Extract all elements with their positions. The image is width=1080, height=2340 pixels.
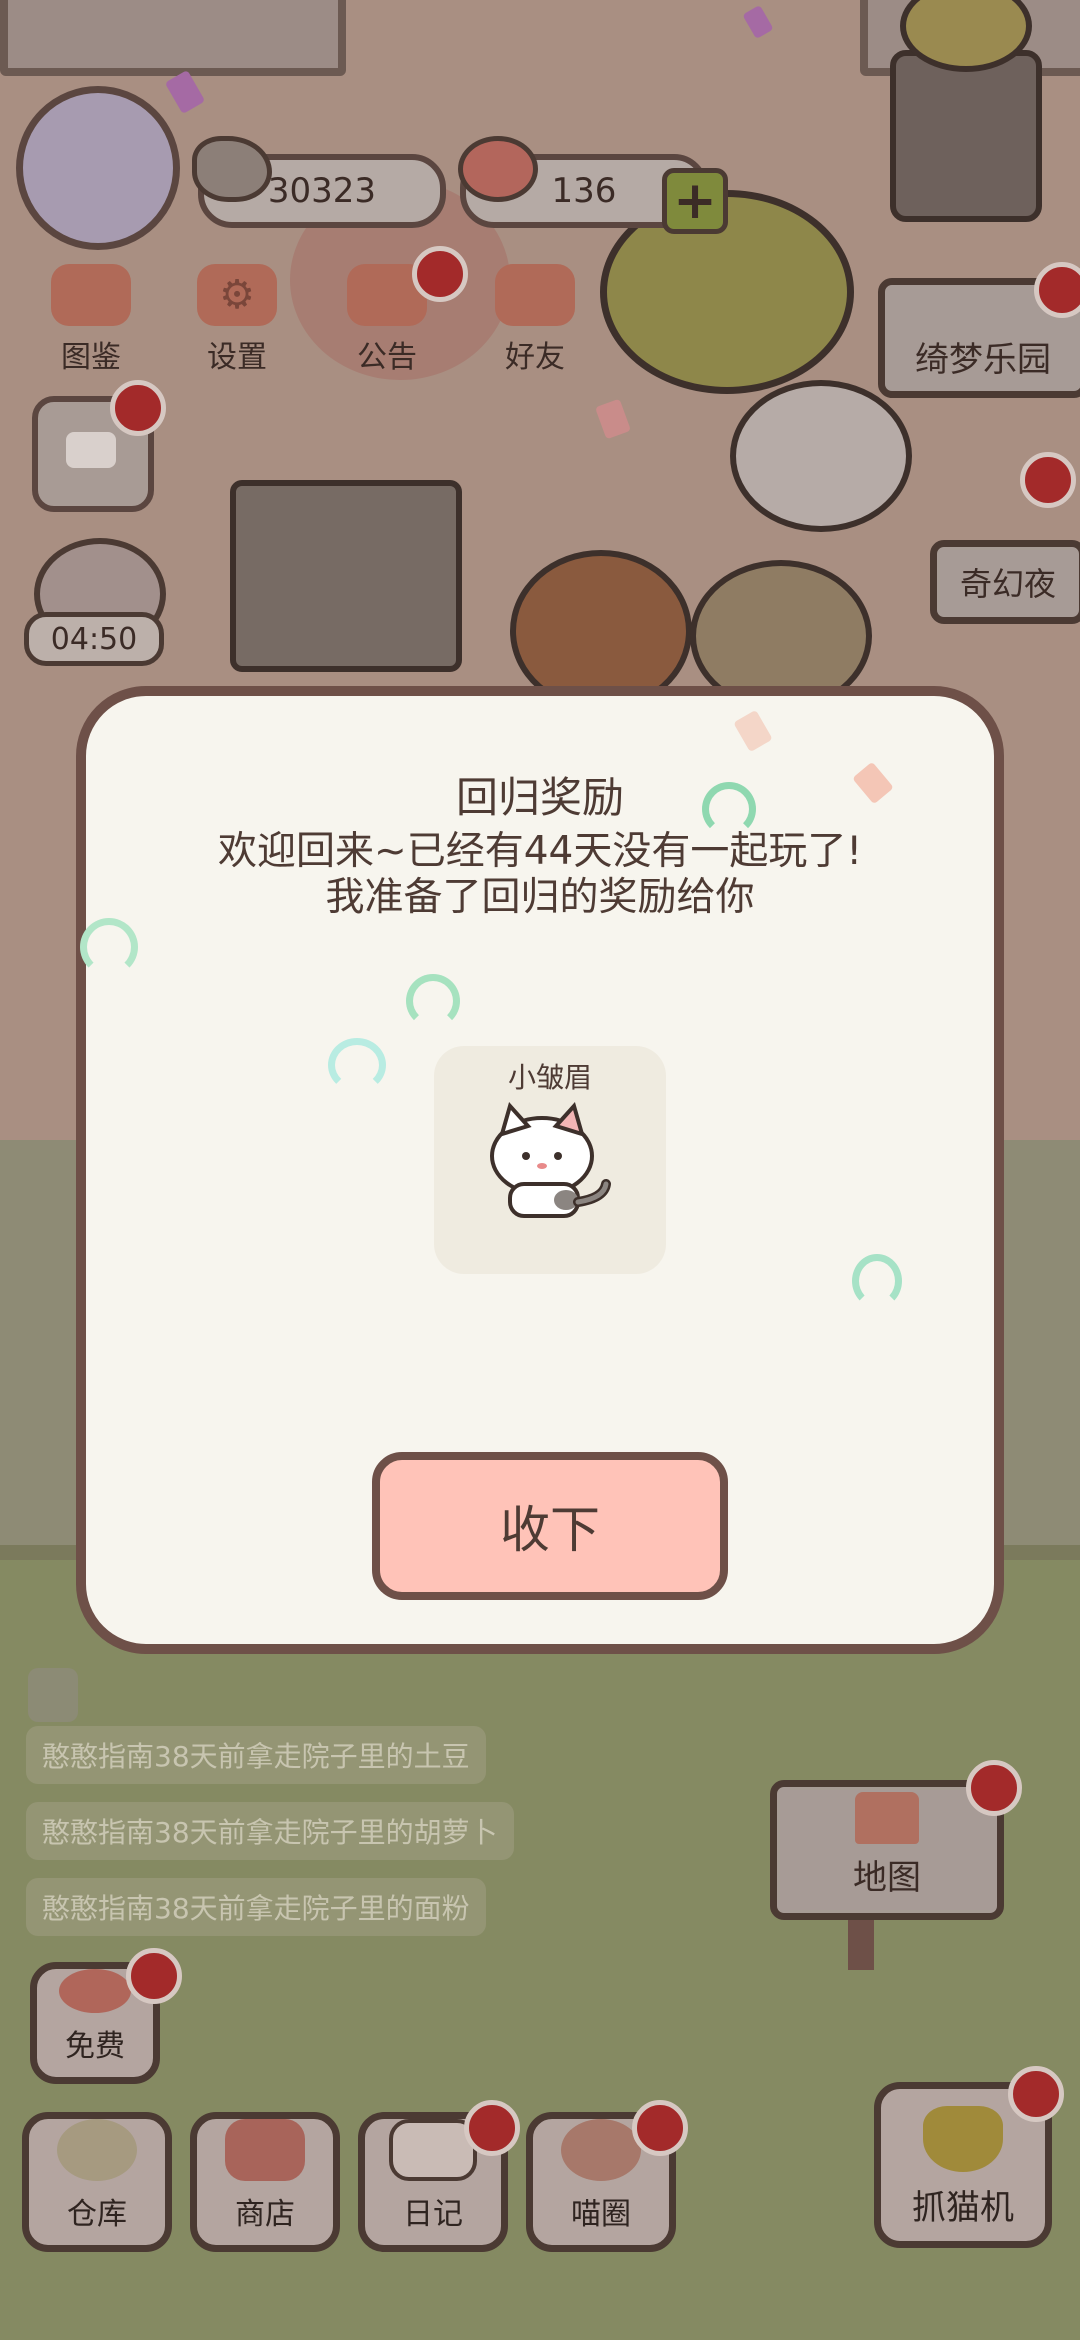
notification-dot <box>1008 2066 1064 2122</box>
nav-shop-button[interactable]: 商店 <box>190 2112 340 2252</box>
heart-count: 136 <box>551 171 617 211</box>
add-hearts-button[interactable]: + <box>662 168 728 234</box>
confetti-swirl <box>80 918 138 976</box>
nav-label: 喵圈 <box>571 2197 631 2232</box>
notification-dot <box>632 2100 688 2156</box>
nav-label: 商店 <box>235 2197 295 2232</box>
accept-reward-button[interactable]: 收下 <box>372 1452 728 1600</box>
confetti-swirl <box>406 974 460 1028</box>
nav-label: 日记 <box>403 2197 463 2232</box>
stove-decoration <box>890 50 1042 222</box>
menu-settings-button[interactable]: ⚙ 设置 <box>172 246 302 376</box>
notification-dot <box>110 380 166 436</box>
cat-book-icon <box>51 264 131 326</box>
reward-name: 小皱眉 <box>507 1061 592 1094</box>
sign-post <box>848 1920 874 1970</box>
free-label: 免费 <box>65 2029 125 2064</box>
confetti-swirl <box>852 1254 902 1308</box>
map-label: 地图 <box>853 1858 921 1898</box>
feed-item: 憨憨指南38天前拿走院子里的胡萝卜 <box>26 1802 514 1860</box>
feed-item: 憨憨指南38天前拿走院子里的面粉 <box>26 1878 486 1936</box>
notification-dot <box>966 1760 1022 1816</box>
event-park-label: 绮梦乐园 <box>915 340 1051 380</box>
warehouse-icon <box>57 2119 137 2181</box>
dialog-message-line2: 我准备了回归的奖励给你 <box>325 875 755 920</box>
timer-text: 04:50 <box>50 621 138 657</box>
window-frame <box>0 0 346 76</box>
avatar[interactable] <box>16 86 180 250</box>
pencil-icon <box>66 432 116 468</box>
event-night-label: 奇幻夜 <box>959 565 1056 603</box>
feed-text: 憨憨指南38天前拿走院子里的胡萝卜 <box>42 1816 498 1849</box>
accept-label: 收下 <box>500 1501 600 1559</box>
cooking-station <box>230 480 462 672</box>
feed-text: 憨憨指南38天前拿走院子里的土豆 <box>42 1740 470 1773</box>
cat-circle-icon <box>561 2119 641 2181</box>
feed-item: 憨憨指南38天前拿走院子里的土豆 <box>26 1726 486 1784</box>
confetti-swirl <box>328 1038 386 1092</box>
friends-icon <box>495 264 575 326</box>
menu-collection-button[interactable]: 图鉴 <box>26 246 156 376</box>
notification-dot <box>412 246 468 302</box>
cat-reward-icon <box>490 1101 611 1218</box>
heart-icon <box>59 1969 131 2013</box>
reward-card: 小皱眉 <box>434 1046 666 1274</box>
menu-label: 好友 <box>505 340 565 375</box>
nav-warehouse-button[interactable]: 仓库 <box>22 2112 172 2252</box>
fish-count: 30323 <box>267 171 377 211</box>
notification-dot <box>1020 452 1076 508</box>
menu-label: 公告 <box>357 340 417 375</box>
speech-bubble-food <box>730 380 912 532</box>
collapse-feed-button[interactable] <box>28 1668 78 1722</box>
return-reward-dialog: 回归奖励 欢迎回来~已经有44天没有一起玩了! 我准备了回归的奖励给你 小皱眉 … <box>76 686 1004 1654</box>
confetti-swirl <box>702 782 756 836</box>
event-night-button[interactable]: 奇幻夜 <box>930 540 1080 624</box>
house-icon <box>855 1792 919 1844</box>
feed-text: 憨憨指南38天前拿走院子里的面粉 <box>42 1892 470 1925</box>
menu-label: 图鉴 <box>61 340 121 375</box>
claw-icon <box>923 2106 1003 2172</box>
menu-friends-button[interactable]: 好友 <box>470 246 600 376</box>
claw-label: 抓猫机 <box>912 2188 1014 2228</box>
shop-icon <box>225 2119 305 2181</box>
menu-label: 设置 <box>207 340 267 375</box>
timer-badge: 04:50 <box>24 612 164 666</box>
notification-dot <box>464 2100 520 2156</box>
nav-label: 仓库 <box>67 2197 127 2232</box>
notification-dot <box>126 1948 182 2004</box>
gear-icon: ⚙ <box>197 264 277 326</box>
heart-icon <box>458 136 538 202</box>
